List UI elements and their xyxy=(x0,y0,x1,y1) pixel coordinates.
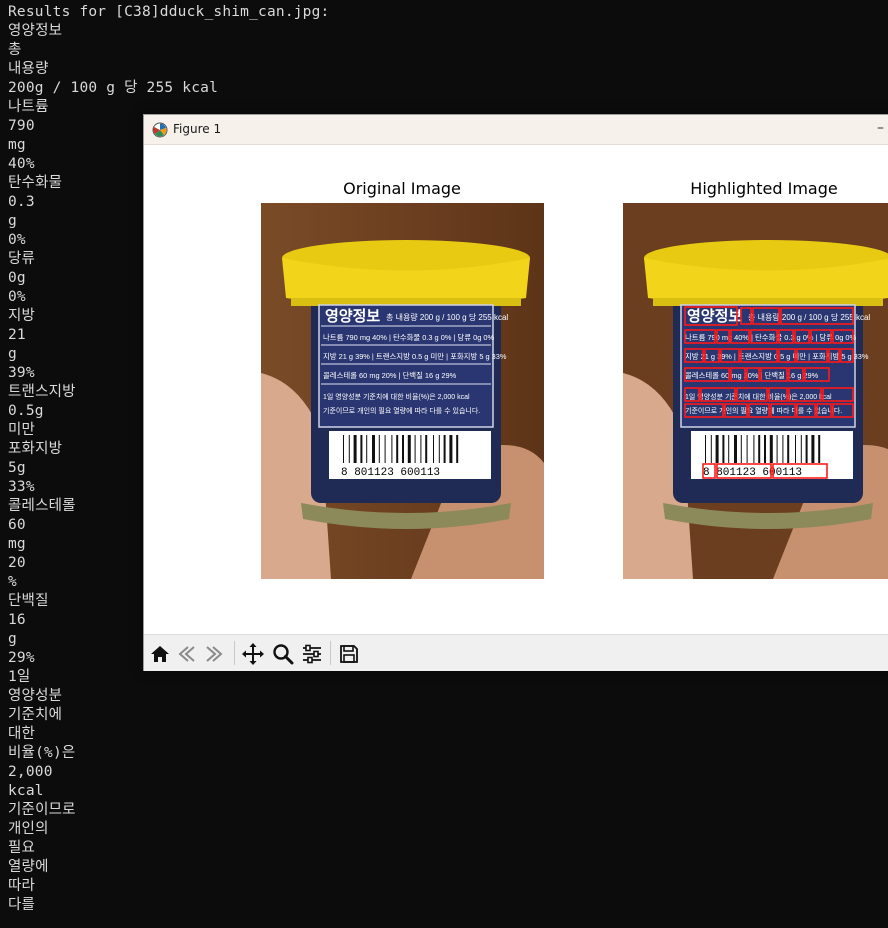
pan-button[interactable] xyxy=(240,641,266,667)
label-row3-text: 콜레스테롤 60 mg 20% | 단백질 16 g 29% xyxy=(323,371,457,380)
terminal-line: 총 xyxy=(8,42,22,58)
terminal-line: 영양정보 xyxy=(8,23,63,39)
terminal-line: 비율(%)은 xyxy=(8,745,76,761)
save-floppy-icon xyxy=(340,645,358,663)
label-title-text: 영양정보 xyxy=(325,307,380,325)
terminal-line: 영양성분 xyxy=(8,688,63,704)
terminal-line: 내용량 xyxy=(8,61,49,77)
terminal-line: 개인의 xyxy=(8,821,49,837)
terminal-line: 열량에 xyxy=(8,859,49,875)
toolbar-separator xyxy=(330,641,331,665)
window-title: Figure 1 xyxy=(173,122,222,136)
highlighted-label-content-text: 총 내용량 200 g / 100 g 당 255 kcal xyxy=(748,312,870,322)
label-row1-text: 나트륨 790 mg 40% | 탄수화물 0.3 g 0% | 당류 0g 0… xyxy=(323,333,494,342)
highlighted-label-note2-text: 기준이므로 개인의 필요 열량에 따라 다를 수 있습니다. xyxy=(685,406,842,415)
terminal-line: kcal xyxy=(8,783,44,799)
highlighted-label-row3-text: 콜레스테롤 60 mg 20% | 단백질 16 g 29% xyxy=(685,371,819,380)
highlighted-image: 영양정보 총 내용량 200 g / 100 g 당 255 kcal 나트륨 … xyxy=(623,203,888,579)
home-icon xyxy=(151,646,169,662)
back-arrow-icon xyxy=(178,646,195,662)
terminal-line: 기준치에 xyxy=(8,707,63,723)
zoom-button[interactable] xyxy=(270,641,296,667)
zoom-magnifier-icon xyxy=(273,644,294,665)
window-titlebar[interactable]: Figure 1 – xyxy=(144,115,888,145)
label-note2-text: 기준이므로 개인의 필요 열량에 따라 다를 수 있습니다. xyxy=(323,406,480,415)
configure-subplots-icon xyxy=(303,644,321,664)
terminal-results-header: Results for [C38]dduck_shim_can.jpg: xyxy=(8,4,330,20)
highlighted-label-note1-text: 1일 영양성분 기준치에 대한 비율(%)은 2,000 kcal xyxy=(685,392,832,401)
label-row2-text: 지방 21 g 39% | 트랜스지방 0.5 g 미만 | 포화지방 5 g … xyxy=(323,352,507,361)
back-button[interactable] xyxy=(174,641,200,667)
toolbar-separator xyxy=(234,641,235,665)
terminal-line: 따라 xyxy=(8,878,36,894)
save-button[interactable] xyxy=(336,641,362,667)
terminal-line: 다를 xyxy=(8,897,36,913)
terminal-line: 대한 xyxy=(8,726,36,742)
terminal-line: 기준이므로 xyxy=(8,802,76,818)
label-note1-text: 1일 영양성분 기준치에 대한 비율(%)은 2,000 kcal xyxy=(323,392,470,401)
pan-move-icon xyxy=(242,643,264,665)
original-image: 영양정보 총 내용량 200 g / 100 g 당 255 kcal 나트륨 … xyxy=(261,203,544,579)
figure-window[interactable]: Figure 1 – Original Image Highlighted Im… xyxy=(143,114,888,671)
configure-subplots-button[interactable] xyxy=(299,641,325,667)
terminal-line: 필요 xyxy=(8,840,36,856)
forward-button[interactable] xyxy=(201,641,227,667)
highlighted-label-title-text: 영양정보 xyxy=(687,307,742,325)
highlighted-image-title: Highlighted Image xyxy=(690,179,838,198)
matplotlib-app-icon xyxy=(152,122,168,138)
terminal-line: 200g / 100 g 당 255 kcal xyxy=(8,80,218,96)
original-image-title: Original Image xyxy=(343,179,461,198)
barcode-number-text: 8 801123 600113 xyxy=(341,467,440,479)
figure-toolbar xyxy=(144,634,888,671)
forward-arrow-icon xyxy=(206,646,223,662)
figure-canvas: Original Image Highlighted Image 영양정보 총 … xyxy=(144,145,888,633)
label-content-text: 총 내용량 200 g / 100 g 당 255 kcal xyxy=(386,312,508,322)
terminal-line: 2,000 xyxy=(8,764,53,780)
home-button[interactable] xyxy=(147,641,173,667)
minimize-button[interactable]: – xyxy=(877,120,884,136)
